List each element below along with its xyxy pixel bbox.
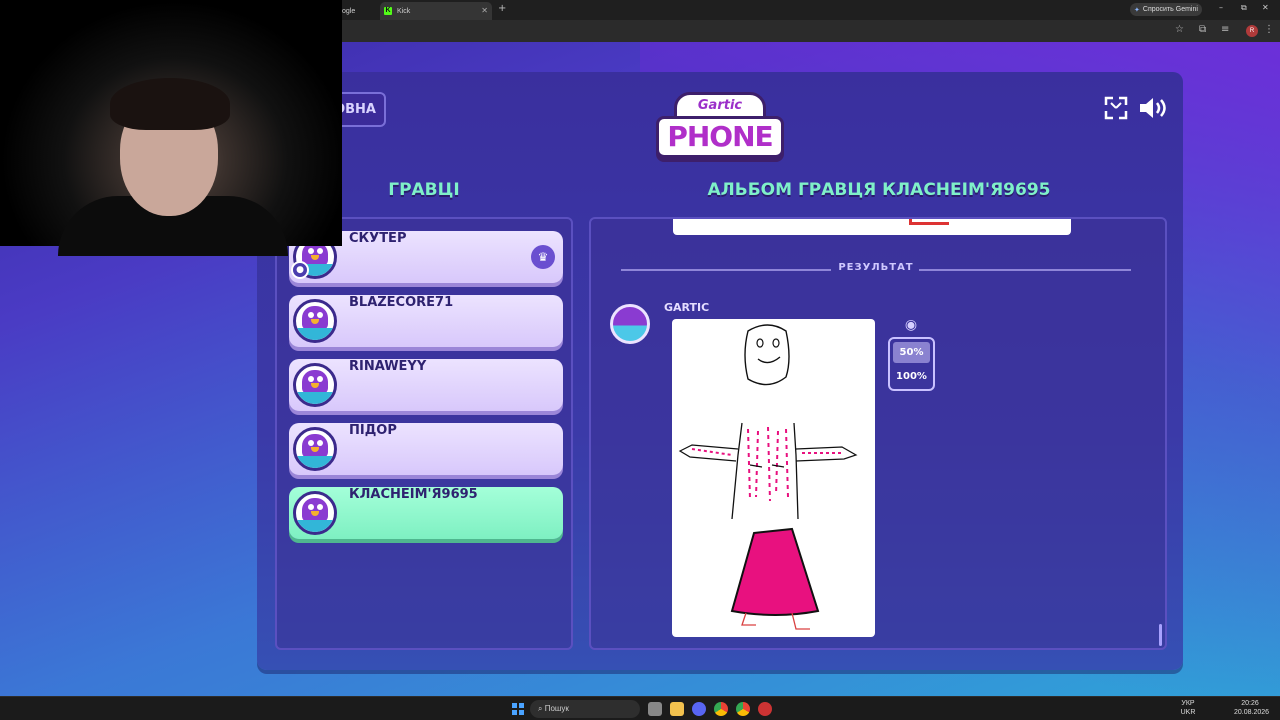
gartic-phone-logo: Gartic PHONE [656, 92, 784, 166]
crown-icon: ♛ [531, 245, 555, 269]
logo-bottom: PHONE [656, 116, 784, 158]
player-avatar [293, 427, 337, 471]
fullscreen-icon[interactable] [1104, 96, 1128, 120]
zoom-selector: 50% 100% [888, 337, 935, 391]
author-avatar [610, 304, 650, 344]
search-placeholder: Пошук [544, 704, 569, 713]
player-avatar [293, 363, 337, 407]
close-icon[interactable]: ✕ [481, 6, 488, 15]
logo-bottom-text: PHONE [667, 120, 773, 153]
extensions-icon[interactable]: ⧉ [1199, 24, 1206, 35]
chrome-icon[interactable] [714, 702, 728, 716]
players-panel: ● СКУТЕР ♛ BLAZECORE71 RINAWEYY ПІДОР КЛ… [275, 217, 573, 650]
new-tab-icon[interactable]: + [498, 3, 506, 14]
tab-label: ogle [342, 7, 356, 15]
kick-icon: K [384, 7, 392, 15]
webcam-overlay [0, 0, 342, 256]
tab-google[interactable]: ogle [342, 2, 378, 20]
close-window-icon[interactable]: ✕ [1262, 3, 1269, 12]
volume-icon[interactable] [1138, 96, 1168, 120]
result-label: РЕЗУЛЬТАТ [838, 262, 914, 273]
task-view-icon[interactable] [648, 702, 662, 716]
player-avatar [293, 491, 337, 535]
windows-start-icon[interactable] [512, 703, 524, 715]
player-avatar [293, 299, 337, 343]
player-name: RINAWEYY [349, 359, 427, 374]
eye-icon[interactable]: ◉ [901, 317, 921, 333]
scrollbar[interactable] [1159, 624, 1162, 646]
restore-icon[interactable]: ⧉ [1241, 3, 1247, 13]
language-indicator[interactable]: УКР UKR [1180, 699, 1196, 717]
player-name: СКУТЕР [349, 231, 407, 246]
profile-avatar[interactable]: R [1246, 25, 1258, 37]
discord-icon[interactable] [692, 702, 706, 716]
album-title: АЛЬБОМ ГРАВЦЯ КЛАСНЕІМ'Я9695 [707, 180, 1051, 200]
player-name: ПІДОР [349, 423, 397, 438]
divider [919, 269, 1131, 271]
zoom-50-option[interactable]: 50% [893, 342, 930, 363]
app-icon[interactable] [758, 702, 772, 716]
player-card[interactable]: ПІДОР [289, 423, 563, 475]
webcam-person-hair [110, 78, 230, 130]
previous-drawing-card [673, 219, 1071, 235]
author-name: GARTIC [664, 301, 710, 314]
gemini-icon: ✦ [1134, 6, 1140, 14]
zoom-100-option[interactable]: 100% [893, 366, 930, 387]
star-icon[interactable]: ☆ [1175, 24, 1184, 35]
gemini-label: Спросить Gemini [1142, 6, 1198, 13]
menu-icon[interactable]: ⋮ [1264, 24, 1274, 35]
player-card[interactable]: RINAWEYY [289, 359, 563, 411]
minimize-icon[interactable]: – [1219, 3, 1223, 12]
player-card[interactable]: BLAZECORE71 [289, 295, 563, 347]
divider [621, 269, 831, 271]
chrome-active-icon[interactable] [736, 702, 750, 716]
gemini-button[interactable]: ✦ Спросить Gemini [1130, 3, 1202, 16]
album-panel: РЕЗУЛЬТАТ GARTIC ◉ 50% 100% [589, 217, 1167, 650]
logo-top-text: Gartic [697, 98, 743, 113]
user-icon: ● [291, 261, 309, 279]
player-name: КЛАСНЕІМ'Я9695 [349, 487, 478, 502]
taskbar: ⌕ Пошук УКР UKR 20:26 20.08.2026 [0, 696, 1280, 720]
drawing-canvas [678, 324, 858, 630]
player-name: BLAZECORE71 [349, 295, 454, 310]
player-card-current[interactable]: КЛАСНЕІМ'Я9695 [289, 487, 563, 539]
tab-kick[interactable]: K Kick ✕ [380, 2, 492, 20]
clock[interactable]: 20:26 20.08.2026 [1234, 699, 1269, 717]
media-icon[interactable]: ≡ [1221, 24, 1229, 35]
taskbar-search[interactable]: ⌕ Пошук [530, 700, 640, 718]
tab-label: Kick [397, 7, 411, 15]
file-explorer-icon[interactable] [670, 702, 684, 716]
drawing-card [672, 319, 875, 637]
